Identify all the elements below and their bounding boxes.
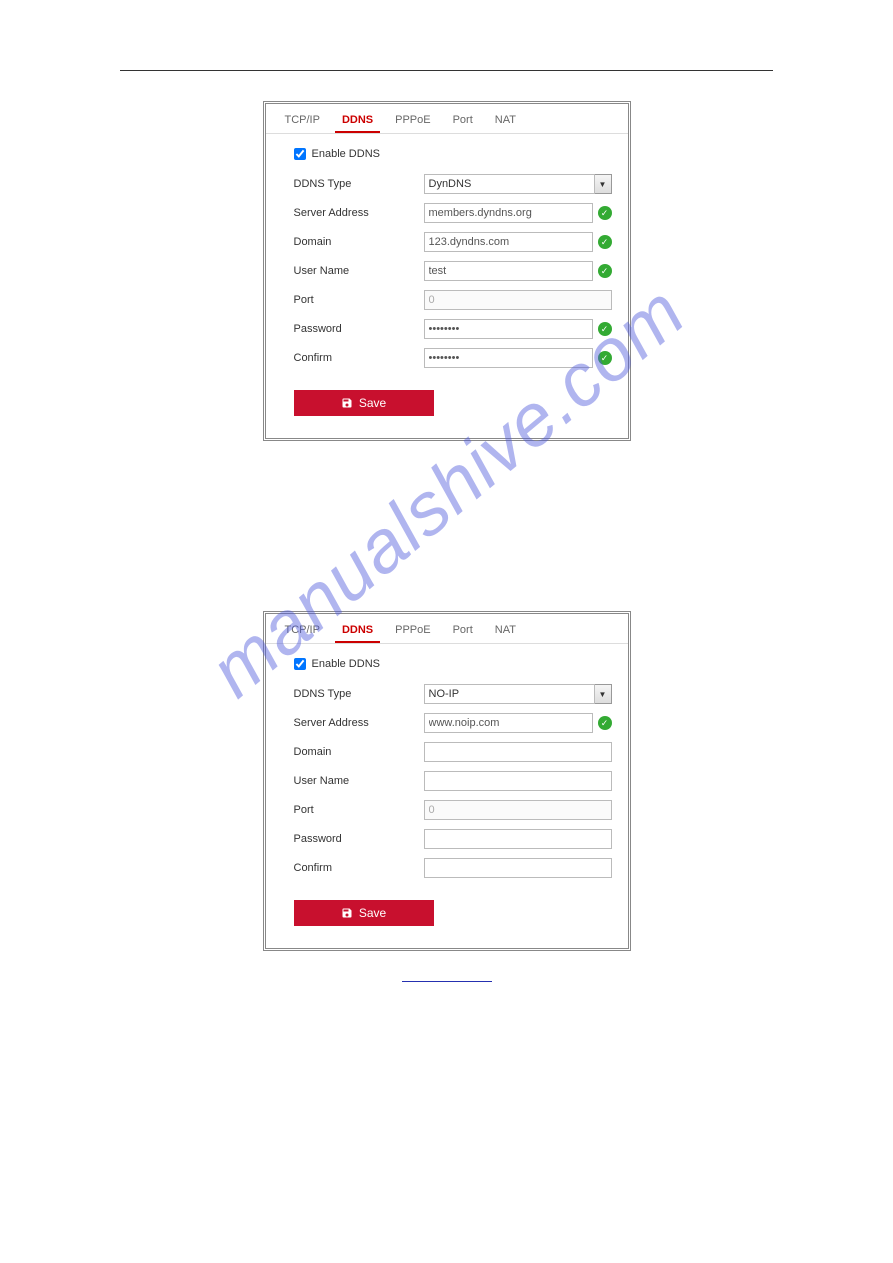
tab-port[interactable]: Port xyxy=(446,620,480,643)
enable-ddns-row[interactable]: Enable DDNS xyxy=(294,148,612,160)
tab-nat[interactable]: NAT xyxy=(488,620,523,643)
server-address-label: Server Address xyxy=(294,207,424,219)
tab-ddns[interactable]: DDNS xyxy=(335,620,380,643)
tab-port[interactable]: Port xyxy=(446,110,480,133)
port-input[interactable] xyxy=(424,800,612,820)
save-button[interactable]: Save xyxy=(294,900,434,926)
tab-bar: TCP/IP DDNS PPPoE Port NAT xyxy=(266,614,628,644)
server-address-label: Server Address xyxy=(294,717,424,729)
domain-label: Domain xyxy=(294,746,424,758)
port-label: Port xyxy=(294,294,424,306)
confirm-input[interactable] xyxy=(424,348,593,368)
valid-check-icon: ✓ xyxy=(598,322,612,336)
password-label: Password xyxy=(294,323,424,335)
enable-ddns-label: Enable DDNS xyxy=(312,658,380,670)
ddns-panel-dyndns: TCP/IP DDNS PPPoE Port NAT Enable DDNS D… xyxy=(263,101,631,441)
valid-check-icon: ✓ xyxy=(598,351,612,365)
save-button-label: Save xyxy=(359,396,386,410)
enable-ddns-label: Enable DDNS xyxy=(312,148,380,160)
caption-underline xyxy=(402,981,492,982)
server-address-input[interactable] xyxy=(424,713,593,733)
tab-bar: TCP/IP DDNS PPPoE Port NAT xyxy=(266,104,628,134)
save-icon xyxy=(341,397,353,409)
domain-input[interactable] xyxy=(424,232,593,252)
password-input[interactable] xyxy=(424,829,612,849)
enable-ddns-checkbox[interactable] xyxy=(294,148,306,160)
password-label: Password xyxy=(294,833,424,845)
save-icon xyxy=(341,907,353,919)
valid-check-icon: ✓ xyxy=(598,716,612,730)
domain-input[interactable] xyxy=(424,742,612,762)
chevron-down-icon: ▼ xyxy=(595,174,612,194)
tab-pppoe[interactable]: PPPoE xyxy=(388,110,437,133)
ddns-type-select[interactable]: NO-IP ▼ xyxy=(424,684,612,704)
user-name-label: User Name xyxy=(294,265,424,277)
valid-check-icon: ✓ xyxy=(598,235,612,249)
tab-ddns[interactable]: DDNS xyxy=(335,110,380,133)
port-label: Port xyxy=(294,804,424,816)
valid-check-icon: ✓ xyxy=(598,264,612,278)
save-button-label: Save xyxy=(359,906,386,920)
enable-ddns-checkbox[interactable] xyxy=(294,658,306,670)
ddns-panel-noip: TCP/IP DDNS PPPoE Port NAT Enable DDNS D… xyxy=(263,611,631,951)
domain-label: Domain xyxy=(294,236,424,248)
confirm-input[interactable] xyxy=(424,858,612,878)
port-input[interactable] xyxy=(424,290,612,310)
confirm-label: Confirm xyxy=(294,862,424,874)
tab-tcpip[interactable]: TCP/IP xyxy=(278,620,327,643)
tab-nat[interactable]: NAT xyxy=(488,110,523,133)
ddns-type-select[interactable]: DynDNS ▼ xyxy=(424,174,612,194)
valid-check-icon: ✓ xyxy=(598,206,612,220)
password-input[interactable] xyxy=(424,319,593,339)
chevron-down-icon: ▼ xyxy=(595,684,612,704)
user-name-input[interactable] xyxy=(424,771,612,791)
horizontal-rule xyxy=(120,70,773,71)
ddns-type-label: DDNS Type xyxy=(294,688,424,700)
tab-tcpip[interactable]: TCP/IP xyxy=(278,110,327,133)
ddns-type-label: DDNS Type xyxy=(294,178,424,190)
tab-pppoe[interactable]: PPPoE xyxy=(388,620,437,643)
user-name-label: User Name xyxy=(294,775,424,787)
user-name-input[interactable] xyxy=(424,261,593,281)
save-button[interactable]: Save xyxy=(294,390,434,416)
confirm-label: Confirm xyxy=(294,352,424,364)
enable-ddns-row[interactable]: Enable DDNS xyxy=(294,658,612,670)
server-address-input[interactable] xyxy=(424,203,593,223)
